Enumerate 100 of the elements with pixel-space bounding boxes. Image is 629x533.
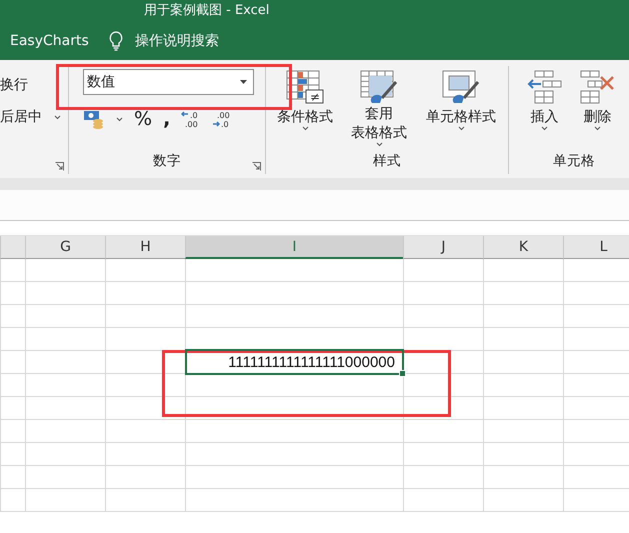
grid-cell[interactable]	[185, 397, 403, 420]
grid-cell[interactable]	[105, 466, 185, 489]
grid-cell[interactable]	[105, 305, 185, 328]
row-header[interactable]	[0, 443, 25, 466]
comma-style-button[interactable]: ,	[163, 108, 170, 130]
grid-cell[interactable]	[25, 420, 105, 443]
column-header[interactable]: L	[563, 236, 629, 259]
grid-cell[interactable]	[105, 420, 185, 443]
row-header[interactable]	[0, 466, 25, 489]
grid-cell[interactable]	[25, 397, 105, 420]
column-header[interactable]: G	[25, 236, 105, 259]
column-header[interactable]: J	[403, 236, 483, 259]
grid-cell[interactable]	[185, 282, 403, 305]
grid-cell[interactable]	[25, 259, 105, 282]
caret-icon	[376, 142, 382, 147]
alignment-command[interactable]: 换行	[0, 76, 28, 94]
grid-cell[interactable]	[483, 282, 563, 305]
grid-cell[interactable]	[403, 466, 483, 489]
style-gallery-button[interactable]: 单元格样式	[416, 70, 506, 152]
dialog-launcher-icon[interactable]	[55, 162, 64, 171]
dialog-launcher-icon[interactable]	[252, 162, 261, 171]
caret-icon	[302, 126, 308, 131]
row-header[interactable]	[0, 489, 25, 512]
grid-cell[interactable]	[105, 374, 185, 397]
grid-cell[interactable]	[563, 282, 629, 305]
grid-cell[interactable]	[105, 282, 185, 305]
grid-cell[interactable]	[105, 443, 185, 466]
grid-cell[interactable]	[483, 397, 563, 420]
currency-icon[interactable]	[83, 109, 105, 129]
grid-cell[interactable]	[563, 489, 629, 512]
row-header[interactable]	[0, 420, 25, 443]
delete-cells-icon	[580, 70, 616, 104]
style-gallery-button[interactable]: ≠ 条件格式	[268, 70, 342, 152]
grid-cell[interactable]	[185, 466, 403, 489]
row-header[interactable]	[0, 374, 25, 397]
grid-cell[interactable]	[403, 305, 483, 328]
grid-cell[interactable]	[483, 420, 563, 443]
grid-cell[interactable]	[185, 443, 403, 466]
row-header[interactable]	[0, 259, 25, 282]
table-style-icon	[360, 70, 398, 104]
column-header[interactable]: K	[483, 236, 563, 259]
grid-cell[interactable]	[185, 489, 403, 512]
grid-cell[interactable]	[25, 305, 105, 328]
percent-style-button[interactable]: %	[134, 108, 152, 130]
grid-cell[interactable]	[483, 466, 563, 489]
grid-cell[interactable]	[563, 305, 629, 328]
grid-cell[interactable]	[185, 420, 403, 443]
row-header[interactable]	[0, 328, 25, 351]
grid-cell[interactable]	[403, 397, 483, 420]
grid-cell[interactable]	[105, 351, 185, 374]
grid-cell[interactable]	[403, 328, 483, 351]
grid-cell[interactable]	[185, 374, 403, 397]
row-header[interactable]	[0, 351, 25, 374]
grid-cell[interactable]	[25, 443, 105, 466]
cells-button[interactable]: 插入	[519, 70, 570, 152]
grid-cell[interactable]	[563, 374, 629, 397]
grid-cell[interactable]	[25, 466, 105, 489]
grid-cell[interactable]	[105, 397, 185, 420]
number-format-dropdown[interactable]: 数值	[83, 69, 254, 95]
grid-cell[interactable]	[403, 374, 483, 397]
row-header[interactable]	[0, 305, 25, 328]
grid-cell[interactable]	[403, 489, 483, 512]
grid-cell[interactable]	[563, 397, 629, 420]
grid-cell[interactable]	[403, 420, 483, 443]
grid-cell[interactable]	[483, 328, 563, 351]
row-header[interactable]	[0, 397, 25, 420]
grid-cell[interactable]	[563, 328, 629, 351]
grid-cell[interactable]	[483, 443, 563, 466]
grid-cell[interactable]	[25, 374, 105, 397]
grid-cell[interactable]	[483, 374, 563, 397]
insert-cells-icon	[526, 70, 562, 104]
caret-icon	[116, 116, 123, 122]
grid-cell[interactable]	[403, 443, 483, 466]
grid-cell[interactable]	[483, 351, 563, 374]
grid-cell[interactable]	[25, 489, 105, 512]
cells-button[interactable]: 删除	[572, 70, 623, 152]
grid-cell[interactable]	[25, 282, 105, 305]
grid-cell[interactable]	[563, 466, 629, 489]
grid-cell[interactable]	[403, 259, 483, 282]
alignment-command[interactable]: 后居中	[0, 108, 42, 126]
grid-cell[interactable]	[483, 259, 563, 282]
select-all-corner[interactable]	[0, 236, 25, 259]
grid-cell[interactable]	[105, 489, 185, 512]
tell-me-search[interactable]: 操作说明搜索	[134, 32, 219, 50]
grid-cell[interactable]	[25, 351, 105, 374]
grid-cell[interactable]	[563, 351, 629, 374]
ribbon-tab[interactable]: EasyCharts	[10, 33, 95, 49]
grid-cell[interactable]	[185, 305, 403, 328]
grid-cell[interactable]	[563, 443, 629, 466]
grid-cell[interactable]	[483, 305, 563, 328]
style-gallery-button[interactable]: 套用 表格格式	[342, 70, 416, 152]
row-header[interactable]	[0, 282, 25, 305]
grid-cell[interactable]	[403, 282, 483, 305]
grid-cell[interactable]	[105, 259, 185, 282]
grid-cell[interactable]	[563, 420, 629, 443]
grid-cell[interactable]	[563, 259, 629, 282]
grid-cell[interactable]	[185, 259, 403, 282]
column-header[interactable]: I	[185, 236, 403, 259]
grid-cell[interactable]	[483, 489, 563, 512]
grid-cell[interactable]	[25, 328, 105, 351]
